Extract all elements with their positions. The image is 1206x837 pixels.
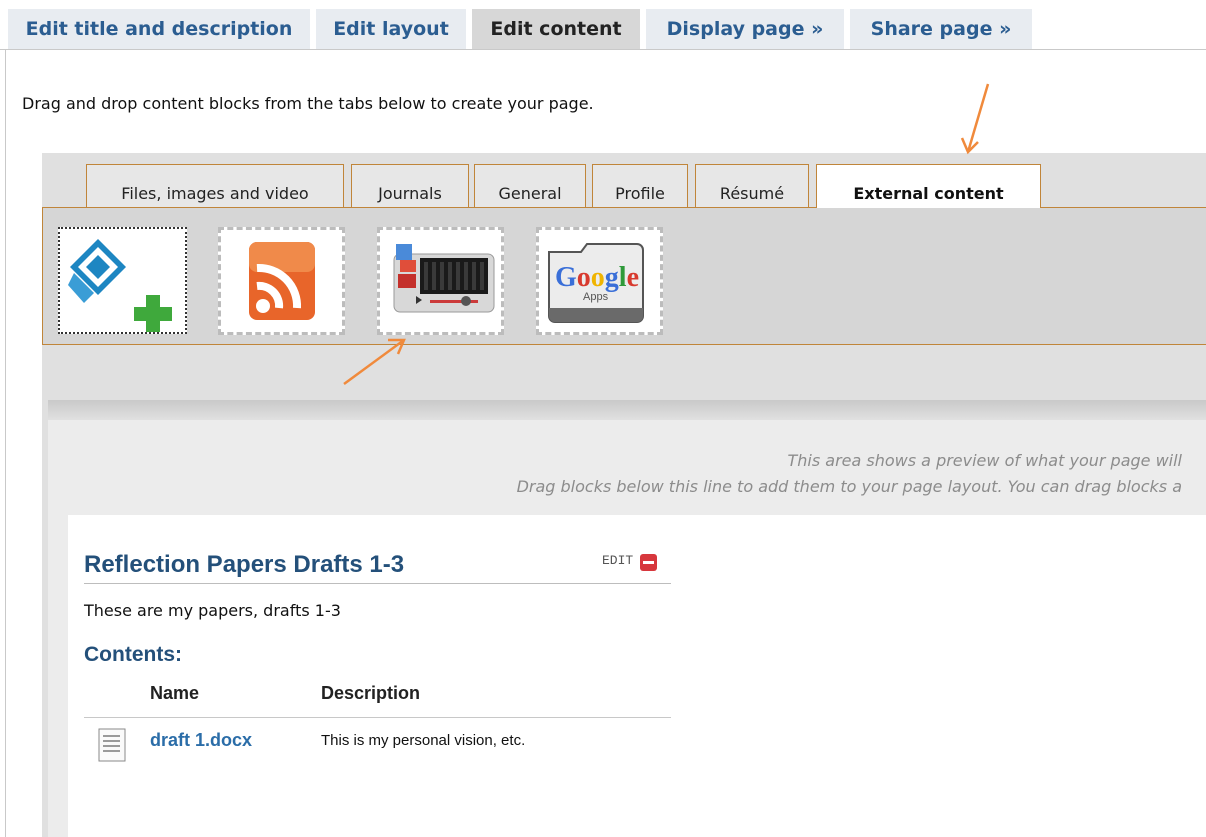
table-header-divider	[84, 717, 671, 718]
tab-profile[interactable]: Profile	[592, 164, 688, 207]
tab-display-page[interactable]: Display page »	[646, 9, 844, 49]
tab-edit-layout[interactable]: Edit layout	[316, 9, 466, 49]
tab-label: General	[498, 184, 562, 203]
top-tab-bar: Edit title and description Edit layout E…	[0, 0, 1206, 50]
document-icon	[98, 728, 126, 762]
tab-label: Files, images and video	[121, 184, 309, 203]
tab-files-images-video[interactable]: Files, images and video	[86, 164, 344, 207]
content-left-border	[5, 50, 6, 837]
embed-block[interactable]	[58, 227, 187, 334]
tab-edit-content[interactable]: Edit content	[472, 9, 640, 49]
tab-journals[interactable]: Journals	[351, 164, 469, 207]
tab-label: Journals	[378, 184, 442, 203]
block-title-divider	[84, 583, 671, 584]
block-title: Reflection Papers Drafts 1-3	[84, 551, 405, 578]
preview-hint-line-1: This area shows a preview of what your p…	[787, 451, 1183, 470]
embed-plus-icon	[68, 239, 172, 332]
rss-block[interactable]	[218, 227, 345, 335]
edit-block-button[interactable]: EDIT	[602, 553, 633, 573]
file-description: This is my personal vision, etc.	[321, 732, 526, 749]
tab-edit-title-and-description[interactable]: Edit title and description	[8, 9, 310, 49]
tab-resume[interactable]: Résumé	[695, 164, 809, 207]
contents-heading: Contents:	[84, 643, 182, 666]
instructions-text: Drag and drop content blocks from the ta…	[22, 94, 594, 113]
svg-text:Apps: Apps	[583, 291, 609, 303]
tab-general[interactable]: General	[474, 164, 586, 207]
block-description: These are my papers, drafts 1-3	[84, 601, 341, 620]
column-header-name: Name	[150, 683, 200, 703]
delete-block-button[interactable]	[640, 554, 657, 571]
rss-icon	[249, 242, 315, 320]
video-player-icon	[393, 244, 495, 313]
preview-hint-line-2: Drag blocks below this line to add them …	[516, 477, 1182, 496]
external-video-block[interactable]	[377, 227, 504, 335]
google-apps-block[interactable]: Google Apps	[536, 227, 663, 335]
google-apps-icon: Google Apps	[548, 243, 644, 323]
tab-label: External content	[853, 184, 1004, 203]
tab-label: Résumé	[719, 184, 785, 203]
annotation-arrow-icon	[343, 338, 406, 386]
column-header-description: Description	[321, 683, 421, 703]
tab-share-page[interactable]: Share page »	[850, 9, 1032, 49]
annotation-arrow-icon	[960, 83, 990, 155]
file-link[interactable]: draft 1.docx	[150, 730, 252, 751]
tab-external-content[interactable]: External content	[816, 164, 1041, 208]
tab-bar-divider	[0, 49, 1206, 50]
google-apps-logo-text: Google	[555, 262, 639, 293]
tab-label: Profile	[615, 184, 665, 203]
